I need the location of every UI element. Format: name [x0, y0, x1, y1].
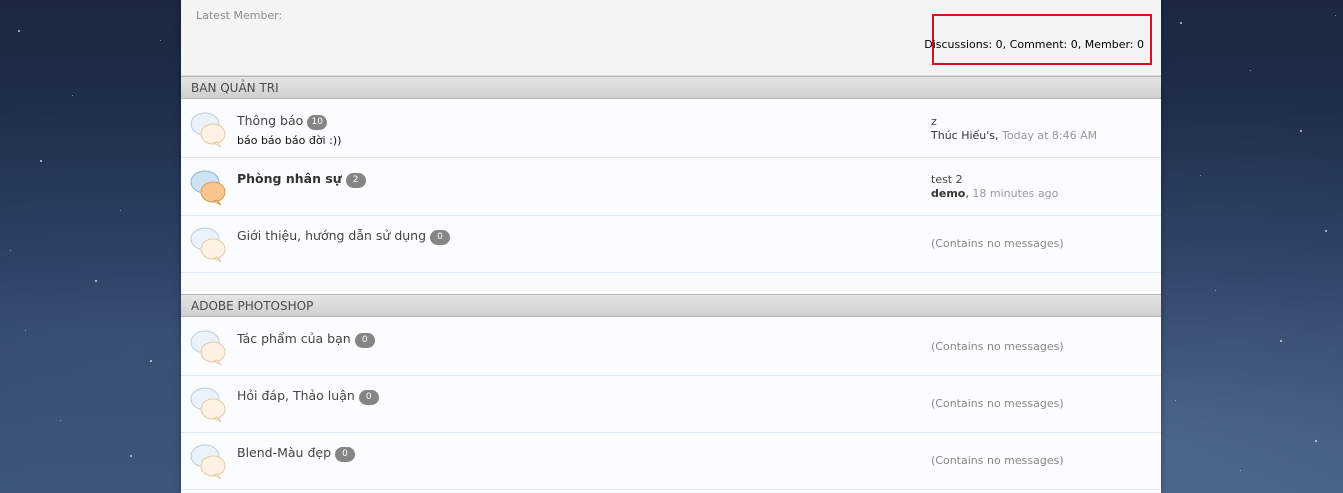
last-post-time[interactable]: Today at 8:46 AM [1002, 129, 1097, 142]
forum-row-tac-pham: Tác phẩm của bạn 0 (Contains no messages) [181, 319, 1161, 376]
forum-row-blend-mau-dep: Blend-Màu đẹp 0 (Contains no messages) [181, 433, 1161, 490]
last-post-separator: , [995, 129, 1003, 142]
forum-title-tac-pham[interactable]: Tác phẩm của bạn [237, 331, 351, 346]
forum-row-thong-bao: Thông báo 10 báo báo báo đời :)) z Thúc H… [181, 101, 1161, 158]
last-post-time[interactable]: 18 minutes ago [972, 187, 1058, 200]
forum-title-gioi-thieu[interactable]: Giới thiệu, hướng dẫn sử dụng [237, 228, 426, 243]
last-post-user[interactable]: Thúc Hiếu's [931, 129, 995, 142]
speech-bubbles-icon[interactable] [190, 442, 228, 480]
forum-count-badge: 0 [354, 333, 375, 348]
last-post-title[interactable]: z [931, 115, 1097, 129]
forum-title-thong-bao[interactable]: Thông báo [237, 113, 303, 128]
category-header-ban-quan-tri[interactable]: BAN QUẢN TRI [181, 76, 1161, 99]
last-post-user[interactable]: demo [931, 187, 965, 200]
forum-row-hoi-dap: Hỏi đáp, Thảo luận 0 (Contains no message… [181, 376, 1161, 433]
category-header-adobe-photoshop[interactable]: ADOBE PHOTOSHOP [181, 294, 1161, 317]
forum-count-badge: 0 [430, 230, 451, 245]
category-spacer [181, 273, 1161, 294]
forum-title-phong-nhan-su[interactable]: Phòng nhân sự [237, 171, 342, 186]
board-stats-bar: Latest Member: Discussions: 0, Comment: … [181, 0, 1161, 76]
board-stats-box: Discussions: 0, Comment: 0, Member: 0 [924, 14, 1152, 65]
forum-row-gioi-thieu: Giới thiệu, hướng dẫn sử dụng 0 (Contains… [181, 216, 1161, 273]
forum-description: báo báo báo đời :)) [237, 134, 342, 147]
no-messages-text: (Contains no messages) [931, 340, 1064, 353]
forum-count-badge: 10 [307, 115, 328, 130]
no-messages-text: (Contains no messages) [931, 397, 1064, 410]
speech-bubbles-icon[interactable] [190, 225, 228, 263]
forum-title-blend-mau-dep[interactable]: Blend-Màu đẹp [237, 445, 331, 460]
forum-count-badge: 0 [335, 447, 356, 462]
board-stats-summary: Discussions: 0, Comment: 0, Member: 0 [924, 38, 1144, 51]
forum-row-phong-nhan-su: Phòng nhân sự 2 test 2 demo, 18 minutes a… [181, 159, 1161, 216]
speech-bubbles-icon[interactable] [190, 328, 228, 366]
no-messages-text: (Contains no messages) [931, 454, 1064, 467]
last-post-info: z Thúc Hiếu's, Today at 8:46 AM [931, 115, 1097, 143]
forum-count-badge: 2 [345, 173, 366, 188]
no-messages-text: (Contains no messages) [931, 237, 1064, 250]
forum-count-badge: 0 [358, 390, 379, 405]
speech-bubbles-icon[interactable] [190, 110, 228, 148]
speech-bubbles-icon[interactable] [190, 385, 228, 423]
latest-member-label: Latest Member: [196, 9, 283, 22]
last-post-info: test 2 demo, 18 minutes ago [931, 173, 1058, 201]
forum-container: Latest Member: Discussions: 0, Comment: … [181, 0, 1161, 493]
speech-bubbles-unread-icon[interactable] [190, 168, 228, 206]
last-post-title[interactable]: test 2 [931, 173, 1058, 187]
forum-title-hoi-dap[interactable]: Hỏi đáp, Thảo luận [237, 388, 355, 403]
